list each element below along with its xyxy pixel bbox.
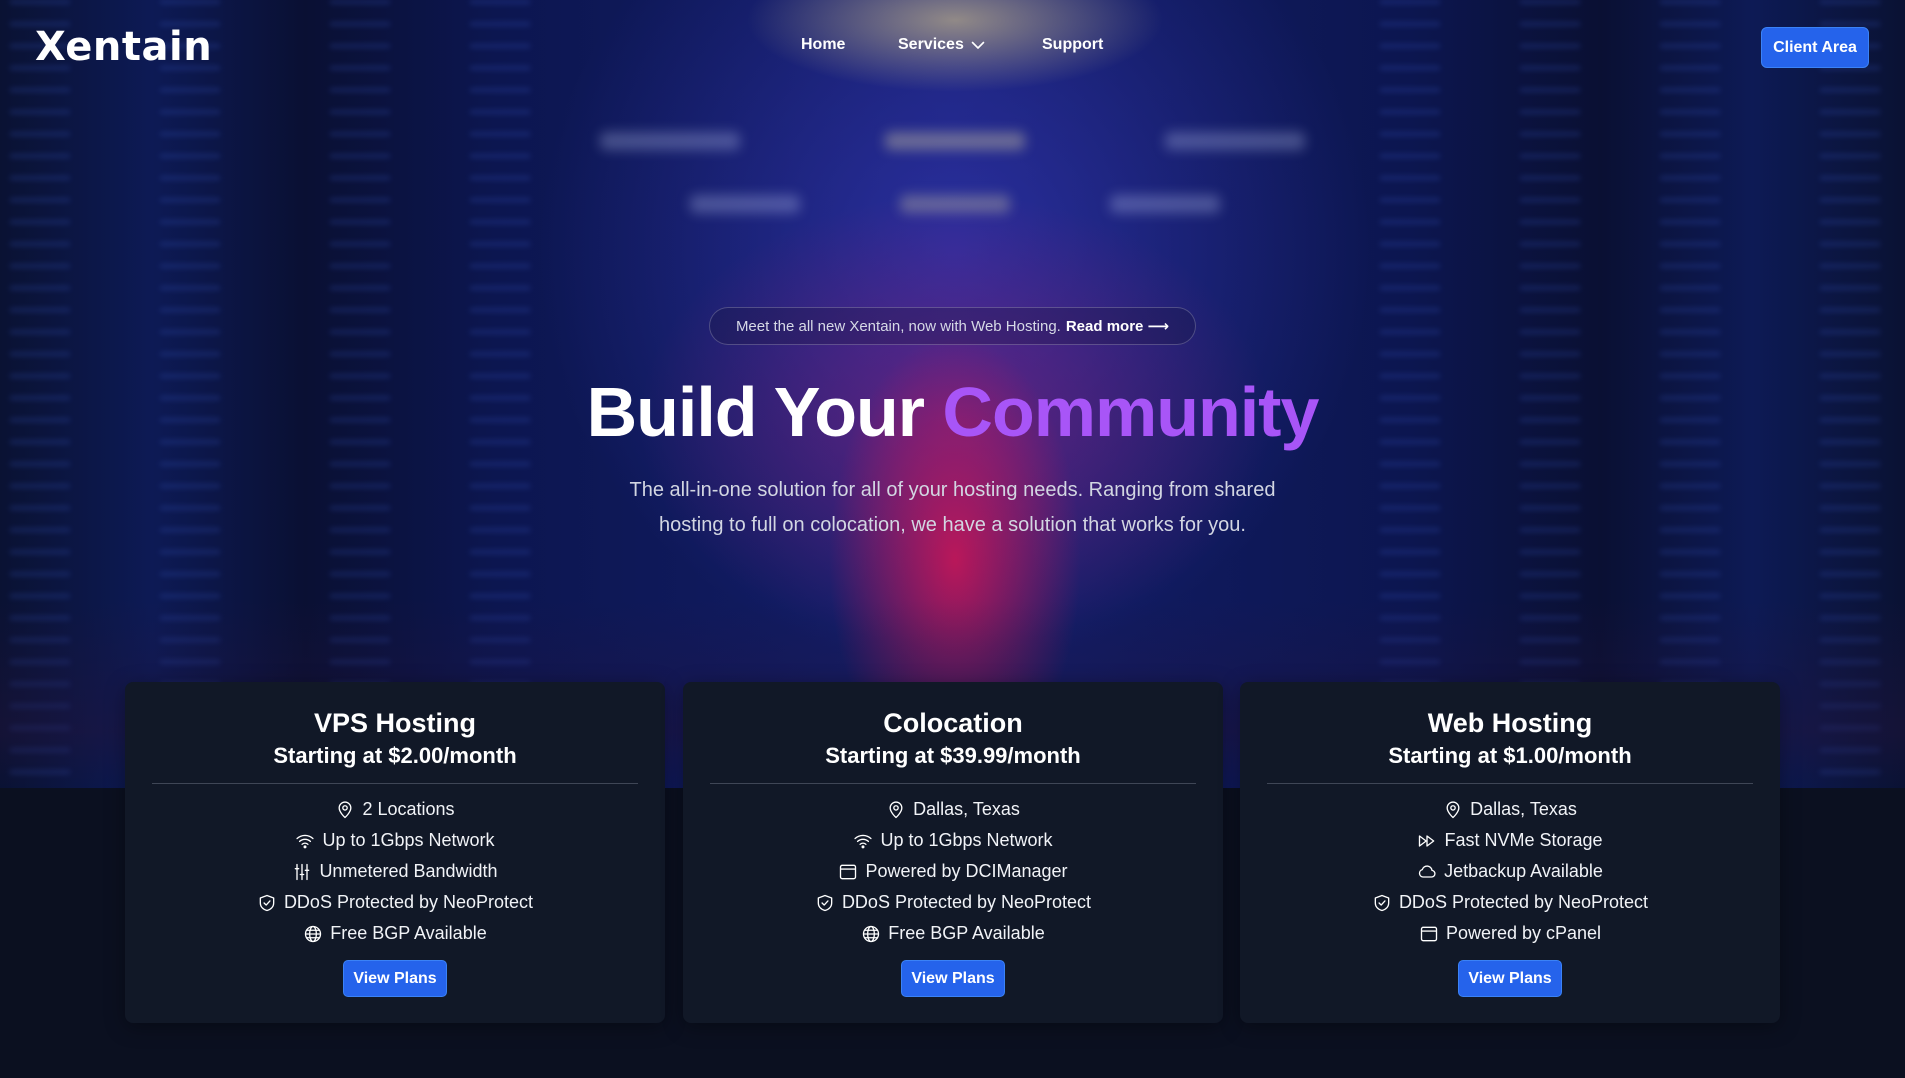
feature-list: Dallas, Texas Up to 1Gbps Network Powere… bbox=[683, 794, 1223, 949]
card-title: Web Hosting bbox=[1427, 708, 1593, 738]
site-header: Xentain Home Services Support Client Are… bbox=[0, 0, 1905, 100]
page: Xentain Home Services Support Client Are… bbox=[0, 0, 1905, 1078]
globe-icon bbox=[305, 925, 322, 942]
feature-item: Free BGP Available bbox=[125, 918, 665, 949]
hero-subtitle: The all-in-one solution for all of your … bbox=[629, 479, 1276, 536]
card-divider bbox=[710, 783, 1196, 784]
view-plans-button[interactable]: View Plans bbox=[1458, 960, 1562, 997]
feature-item: DDoS Protected by NeoProtect bbox=[125, 887, 665, 918]
feature-item: Up to 1Gbps Network bbox=[125, 825, 665, 856]
feature-item: DDoS Protected by NeoProtect bbox=[683, 887, 1223, 918]
feature-text: DDoS Protected by NeoProtect bbox=[1398, 892, 1649, 912]
headline-plain: Build Your bbox=[586, 373, 925, 451]
feature-text: Powered by cPanel bbox=[1445, 923, 1602, 943]
feature-text: Dallas, Texas bbox=[913, 799, 1020, 819]
main-nav: Home Services Support bbox=[0, 36, 1905, 60]
nav-support[interactable]: Support bbox=[1042, 36, 1103, 54]
nav-services-label: Services bbox=[898, 36, 964, 53]
shield-check-icon bbox=[817, 894, 833, 911]
feature-text: Dallas, Texas bbox=[1470, 799, 1577, 819]
view-plans-button[interactable]: View Plans bbox=[901, 960, 1005, 997]
pricing-card-colocation: Colocation Starting at $39.99/month Dall… bbox=[683, 682, 1223, 1023]
card-title: VPS Hosting bbox=[313, 708, 476, 738]
feature-text: Free BGP Available bbox=[330, 923, 487, 943]
sliders-icon bbox=[295, 863, 310, 880]
location-pin-icon bbox=[889, 800, 903, 818]
feature-text: Free BGP Available bbox=[888, 923, 1045, 943]
wifi-icon bbox=[296, 834, 315, 848]
browser-window-icon bbox=[1420, 926, 1438, 941]
feature-text: Fast NVMe Storage bbox=[1444, 830, 1603, 850]
nav-home-label: Home bbox=[801, 36, 846, 53]
feature-text: Unmetered Bandwidth bbox=[319, 861, 498, 881]
feature-text: Powered by DCIManager bbox=[865, 861, 1068, 881]
feature-item: Dallas, Texas bbox=[683, 794, 1223, 825]
feature-item: Up to 1Gbps Network bbox=[683, 825, 1223, 856]
feature-item: DDoS Protected by NeoProtect bbox=[1240, 887, 1780, 918]
card-price: Starting at $39.99/month bbox=[825, 743, 1081, 768]
read-more-link[interactable]: Read more ⟶ bbox=[1066, 317, 1169, 335]
card-price: Starting at $1.00/month bbox=[1388, 743, 1632, 768]
feature-item: Powered by cPanel bbox=[1240, 918, 1780, 949]
view-plans-button[interactable]: View Plans bbox=[343, 960, 447, 997]
feature-text: 2 Locations bbox=[362, 799, 455, 819]
feature-text: Jetbackup Available bbox=[1444, 861, 1603, 881]
feature-text: DDoS Protected by NeoProtect bbox=[283, 892, 534, 912]
shield-check-icon bbox=[1374, 894, 1390, 911]
client-area-button[interactable]: Client Area bbox=[1761, 27, 1869, 68]
feature-text: DDoS Protected by NeoProtect bbox=[841, 892, 1092, 912]
hero-headline: Build Your Community bbox=[0, 372, 1905, 452]
chevron-down-icon bbox=[971, 41, 985, 49]
card-title: Colocation bbox=[883, 708, 1023, 738]
feature-text: Up to 1Gbps Network bbox=[880, 830, 1053, 850]
headline-accent: Community bbox=[942, 373, 1319, 451]
feature-item: Powered by DCIManager bbox=[683, 856, 1223, 887]
cloud-icon bbox=[1418, 864, 1436, 878]
nav-services-dropdown[interactable]: Services bbox=[898, 36, 986, 54]
fast-forward-icon bbox=[1419, 834, 1435, 847]
browser-window-icon bbox=[840, 864, 857, 879]
announcement-pill[interactable]: Meet the all new Xentain, now with Web H… bbox=[709, 307, 1196, 345]
feature-item: Fast NVMe Storage bbox=[1240, 825, 1780, 856]
location-pin-icon bbox=[1446, 800, 1460, 818]
feature-item: Free BGP Available bbox=[683, 918, 1223, 949]
pricing-card-vps: VPS Hosting Starting at $2.00/month 2 Lo… bbox=[125, 682, 665, 1023]
globe-icon bbox=[863, 925, 880, 942]
card-divider bbox=[152, 783, 638, 784]
location-pin-icon bbox=[338, 800, 352, 818]
pricing-card-web-hosting: Web Hosting Starting at $1.00/month Dall… bbox=[1240, 682, 1780, 1023]
feature-item: Unmetered Bandwidth bbox=[125, 856, 665, 887]
nav-home[interactable]: Home bbox=[801, 36, 845, 54]
feature-item: Jetbackup Available bbox=[1240, 856, 1780, 887]
wifi-icon bbox=[854, 834, 873, 848]
shield-check-icon bbox=[259, 894, 275, 911]
card-price: Starting at $2.00/month bbox=[273, 743, 517, 768]
card-divider bbox=[1267, 783, 1753, 784]
nav-support-label: Support bbox=[1042, 36, 1104, 53]
feature-list: 2 Locations Up to 1Gbps Network Unmetere… bbox=[125, 794, 665, 949]
feature-list: Dallas, Texas Fast NVMe Storage Jetbacku… bbox=[1240, 794, 1780, 949]
announcement-text: Meet the all new Xentain, now with Web H… bbox=[735, 317, 1061, 335]
feature-item: Dallas, Texas bbox=[1240, 794, 1780, 825]
feature-item: 2 Locations bbox=[125, 794, 665, 825]
feature-text: Up to 1Gbps Network bbox=[322, 830, 495, 850]
